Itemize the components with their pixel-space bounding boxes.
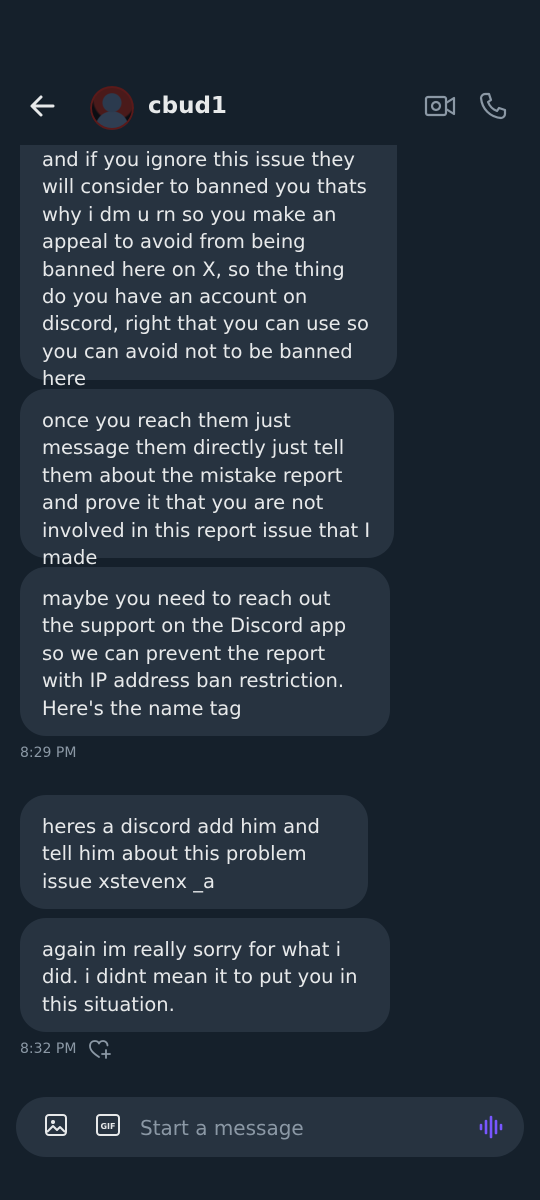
add-reaction-icon[interactable]: [88, 1038, 112, 1060]
message-bubble[interactable]: heres a discord add him and tell him abo…: [20, 795, 368, 909]
svg-text:GIF: GIF: [100, 1122, 115, 1131]
video-call-icon[interactable]: [424, 92, 456, 120]
message-text: heres a discord add him and tell him abo…: [42, 815, 320, 893]
contact-name[interactable]: cbud1: [148, 93, 227, 119]
timestamp: 8:32 PM: [20, 1041, 77, 1057]
message-bubble[interactable]: maybe you need to reach out the support …: [20, 567, 390, 736]
message-text: again im really sorry for what i did. i …: [42, 938, 358, 1016]
timestamp: 8:29 PM: [20, 745, 77, 761]
message-text: once you reach them just message them di…: [42, 409, 371, 570]
message-bubble[interactable]: once you reach them just message them di…: [20, 389, 394, 569]
message-text: maybe you need to reach out the support …: [42, 587, 347, 720]
message-text: and if you ignore this issue they will c…: [42, 148, 369, 391]
conversation-header: cbud1: [0, 0, 540, 145]
voice-message-icon[interactable]: [478, 1115, 504, 1139]
image-icon[interactable]: [44, 1113, 68, 1137]
back-arrow-icon[interactable]: [26, 90, 58, 122]
avatar[interactable]: [90, 86, 134, 130]
phone-call-icon[interactable]: [478, 91, 508, 121]
message-bubble[interactable]: again im really sorry for what i did. i …: [20, 918, 390, 1032]
message-bubble[interactable]: and if you ignore this issue they will c…: [20, 140, 397, 390]
message-input[interactable]: [138, 1108, 472, 1148]
gif-icon[interactable]: GIF: [96, 1114, 120, 1136]
message-composer: GIF: [16, 1097, 524, 1157]
